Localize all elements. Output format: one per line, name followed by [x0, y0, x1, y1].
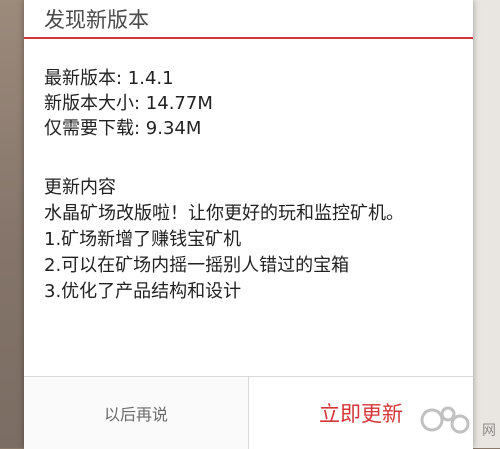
watermark-logo-icon — [420, 406, 470, 434]
title-divider — [24, 37, 473, 39]
watermark-text: 网 — [482, 423, 496, 439]
release-notes-intro: 水晶矿场改版啦！让你更好的玩和监控矿机。 — [44, 203, 404, 224]
release-note-item: 1.矿场新增了赚钱宝矿机 — [44, 229, 242, 250]
dialog-button-bar: 以后再说 立即更新 — [24, 376, 473, 449]
update-dialog: 发现新版本 最新版本: 1.4.1 新版本大小: 14.77M 仅需要下载: 9… — [24, 0, 473, 449]
dialog-title: 发现新版本 — [44, 8, 149, 32]
release-notes: 更新内容 水晶矿场改版啦！让你更好的玩和监控矿机。 1.矿场新增了赚钱宝矿机 2… — [44, 175, 464, 305]
download-size-text: 仅需要下载: 9.34M — [44, 118, 202, 139]
release-note-item: 3.优化了产品结构和设计 — [44, 281, 242, 302]
release-notes-heading: 更新内容 — [44, 177, 116, 198]
new-version-size-text: 新版本大小: 14.77M — [44, 93, 213, 114]
release-note-item: 2.可以在矿场内摇一摇别人错过的宝箱 — [44, 255, 350, 276]
latest-version-text: 最新版本: 1.4.1 — [44, 68, 174, 89]
later-button[interactable]: 以后再说 — [24, 377, 249, 449]
version-info: 最新版本: 1.4.1 新版本大小: 14.77M 仅需要下载: 9.34M — [44, 66, 213, 141]
background-strip: 网 — [473, 0, 500, 448]
